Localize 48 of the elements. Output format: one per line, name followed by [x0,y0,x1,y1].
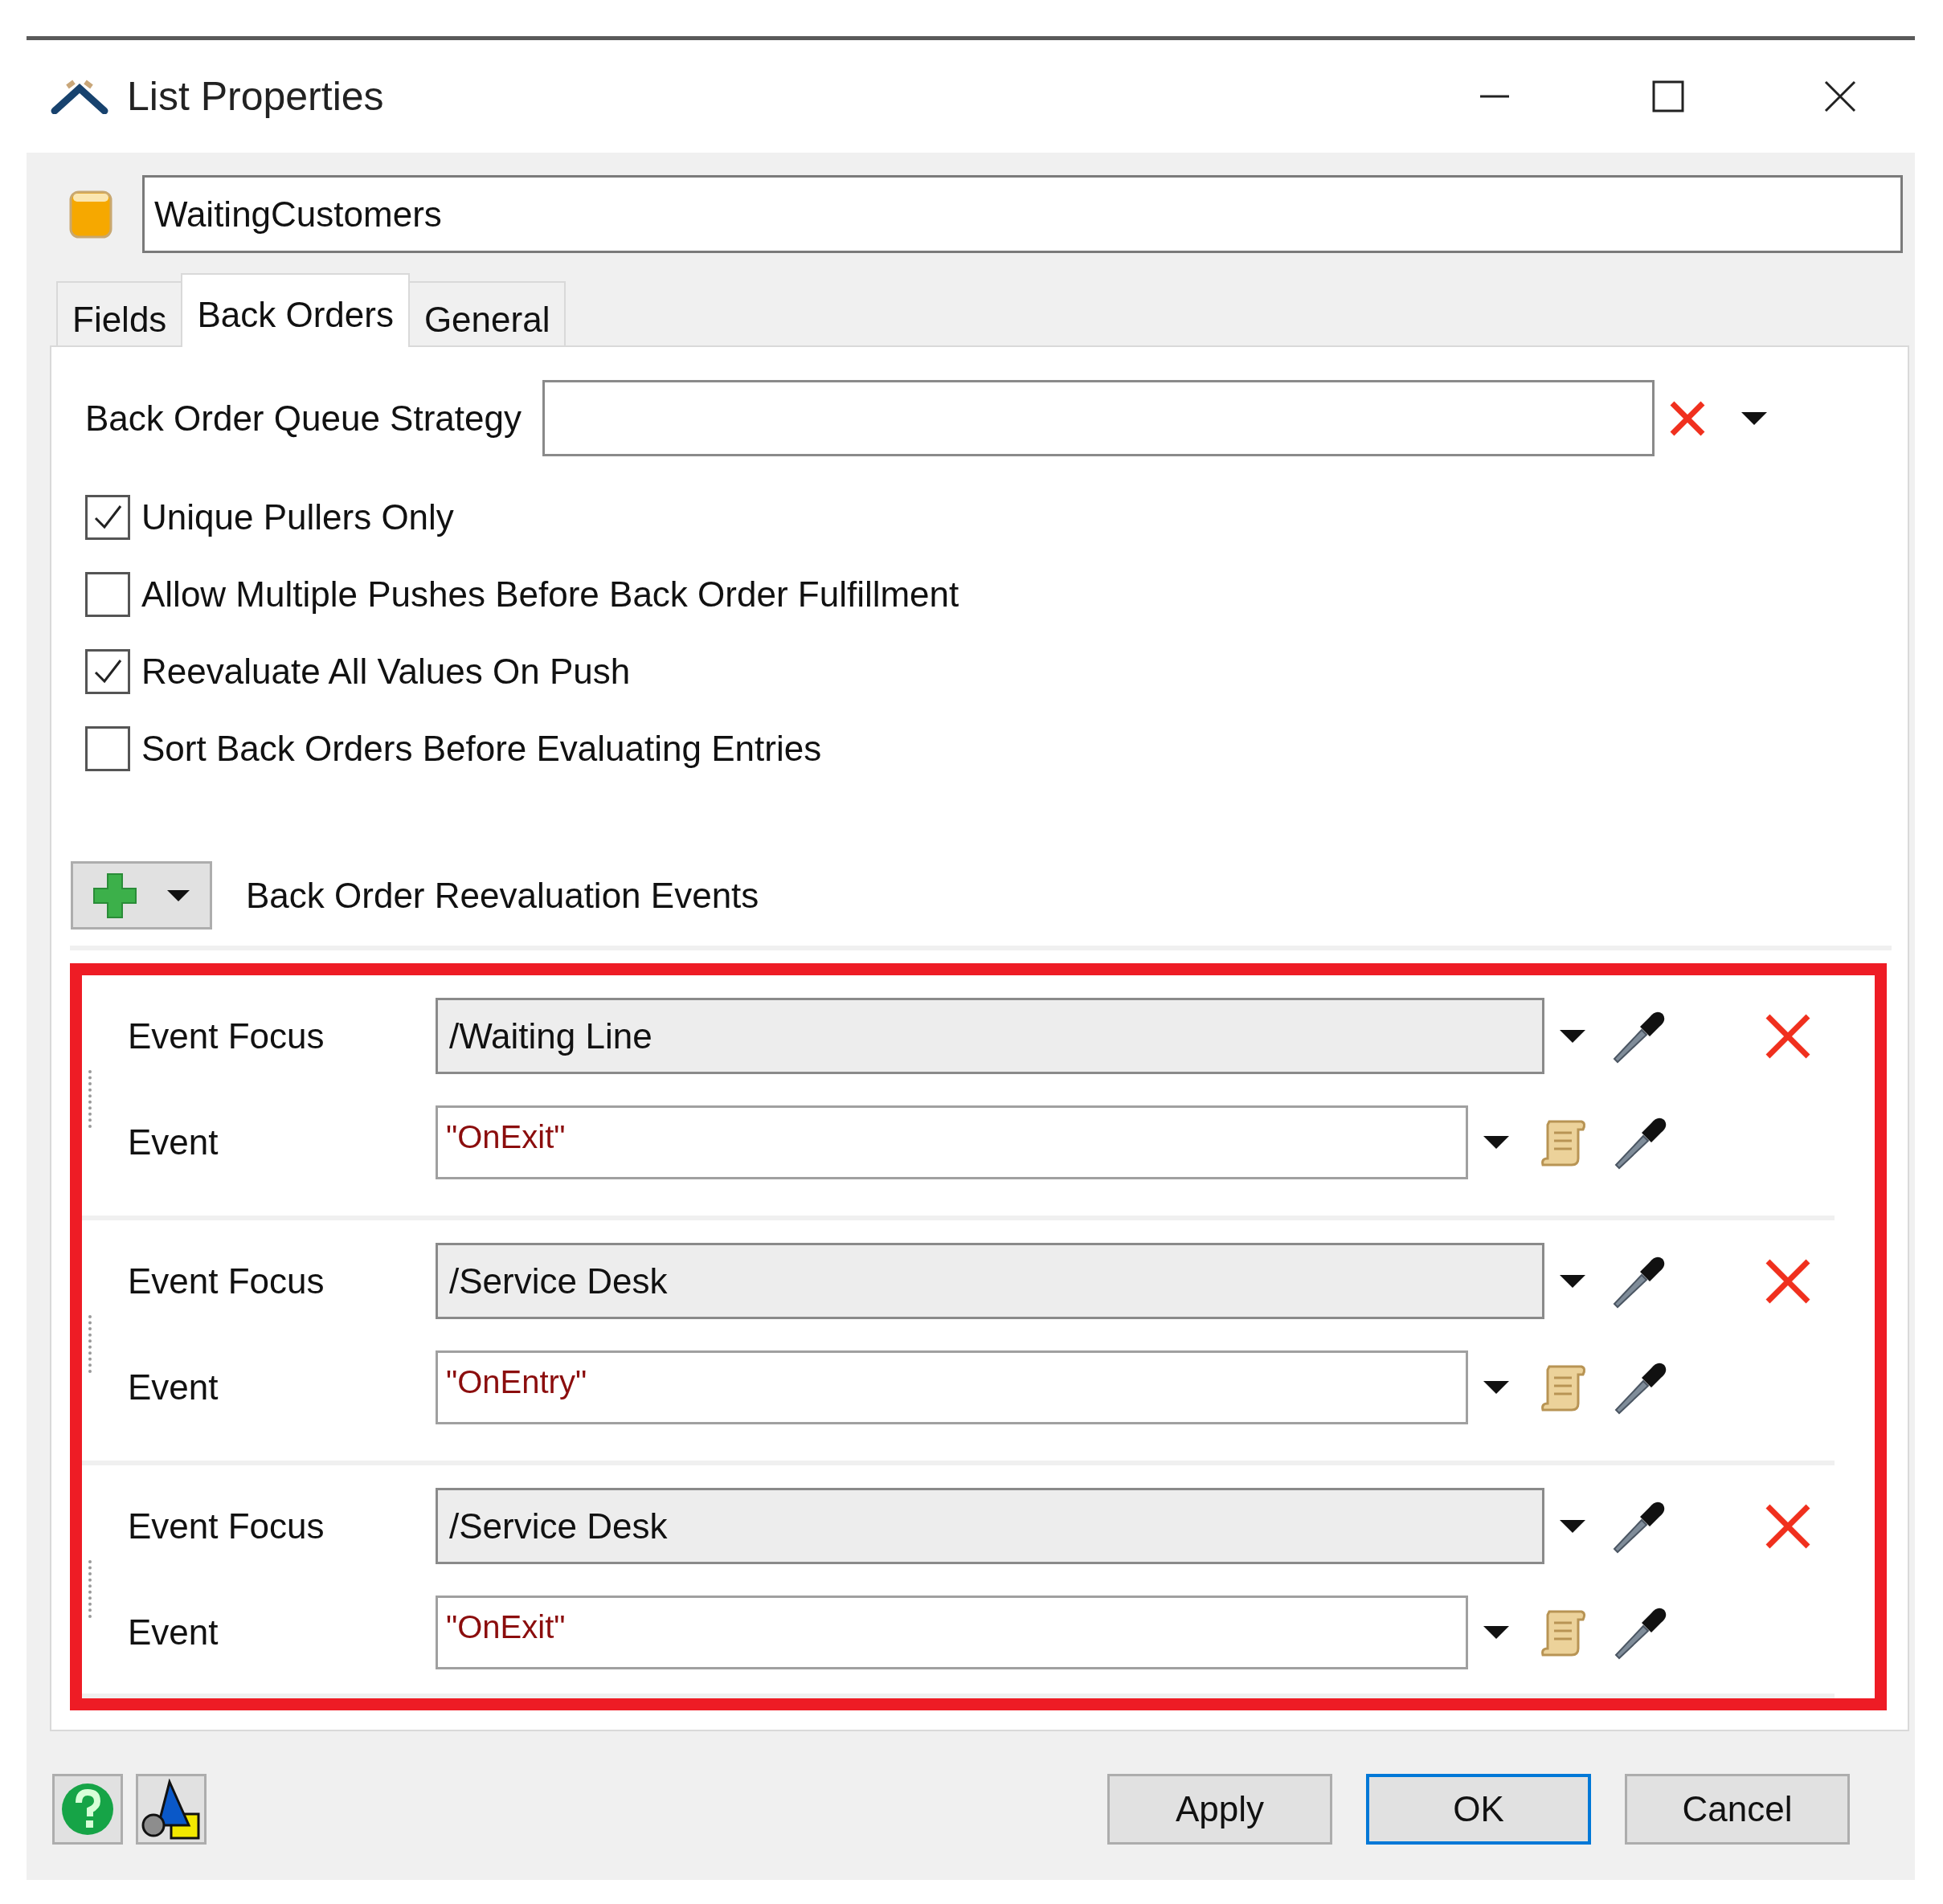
checkbox[interactable] [85,649,130,694]
caret-icon [166,889,190,902]
tab[interactable]: General [407,281,567,345]
queue-strategy-field[interactable] [542,380,1655,456]
caret-icon[interactable] [1483,1134,1510,1150]
shapes-button[interactable] [136,1774,207,1845]
checkbox[interactable] [85,726,130,771]
tab[interactable]: Fields [56,281,183,345]
checkbox-label: Unique Pullers Only [141,496,454,538]
field-label: Event Focus [128,1505,325,1547]
event-field[interactable]: "OnExit" [436,1105,1468,1179]
window-title: List Properties [127,72,384,121]
focus-field[interactable]: /Service Desk [436,1488,1544,1564]
drag-handle[interactable] [88,1560,92,1618]
checkbox[interactable] [85,572,130,617]
app-icon [50,79,109,114]
checkbox-label: Sort Back Orders Before Evaluating Entries [141,728,822,770]
checkbox-label: Allow Multiple Pushes Before Back Order Fulfillment [141,574,959,615]
section-label: Back Order Reevaluation Events [246,874,759,917]
focus-field[interactable]: /Service Desk [436,1243,1544,1319]
field-label: Event [128,1121,219,1163]
focus-field[interactable]: /Waiting Line [436,998,1544,1074]
checkbox[interactable] [85,495,130,540]
help-button[interactable] [52,1774,123,1845]
event-field[interactable]: "OnEntry" [436,1350,1468,1424]
checkbox-label: Reevaluate All Values On Push [141,651,631,693]
field-label: Event [128,1611,219,1653]
field-label: Event Focus [128,1015,325,1057]
caret-icon[interactable] [1483,1624,1510,1640]
help-icon [60,1782,115,1837]
name-field[interactable]: WaitingCustomers [142,175,1903,253]
plus-icon [92,872,137,919]
field-label: Event [128,1366,219,1408]
event-field[interactable]: "OnExit" [436,1595,1468,1669]
field-label: Event Focus [128,1260,325,1302]
caret-icon[interactable] [1559,1273,1586,1289]
dialog-button[interactable]: Apply [1107,1774,1332,1845]
dialog-button[interactable]: OK [1366,1774,1591,1845]
drag-handle[interactable] [88,1070,92,1128]
field-label: Back Order Queue Strategy [85,397,522,439]
caret-icon[interactable] [1483,1379,1510,1395]
caret-icon[interactable] [1559,1028,1586,1044]
add-button[interactable] [71,861,212,930]
tab[interactable]: Back Orders [181,273,410,347]
shapes-icon [141,1779,202,1840]
dialog-button[interactable]: Cancel [1625,1774,1850,1845]
drag-handle[interactable] [88,1315,92,1373]
caret-icon[interactable] [1559,1518,1586,1534]
